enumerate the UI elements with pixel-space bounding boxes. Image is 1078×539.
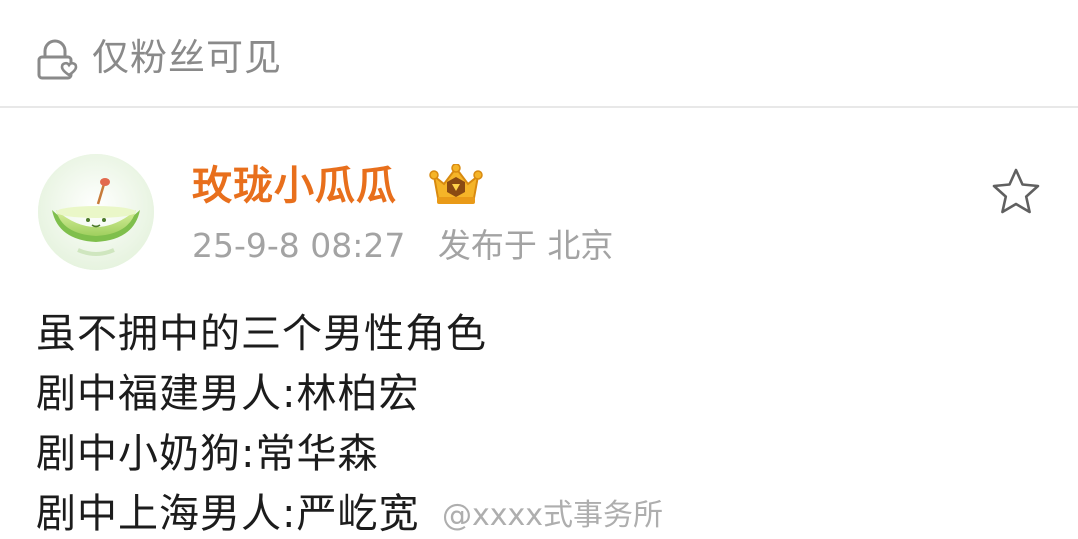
vip-crown-badge-icon	[428, 163, 484, 208]
watermark: @xxxx式事务所	[442, 498, 664, 533]
post-page: 仅粉丝可见 玫珑小瓜瓜 25-9-8 08:27 发布于 北京 虽不拥中的三个男…	[0, 0, 1078, 539]
star-icon	[990, 168, 1042, 222]
visibility-label: 仅粉丝可见	[92, 36, 282, 79]
author-name[interactable]: 玫珑小瓜瓜	[192, 160, 397, 212]
post-location: 发布于 北京	[437, 226, 614, 265]
post-line: 剧中小奶狗:常华森	[36, 431, 379, 477]
visibility-bar: 仅粉丝可见	[0, 0, 1078, 108]
favorite-button[interactable]	[990, 166, 1042, 218]
post-line: 虽不拥中的三个男性角色	[36, 311, 487, 357]
avatar[interactable]	[38, 154, 154, 270]
post-date: 25-9-8 08:27	[192, 226, 406, 265]
post-line: 剧中福建男人:林柏宏	[36, 371, 420, 417]
post-meta: 25-9-8 08:27 发布于 北京	[192, 224, 635, 268]
lock-heart-icon	[36, 38, 82, 80]
